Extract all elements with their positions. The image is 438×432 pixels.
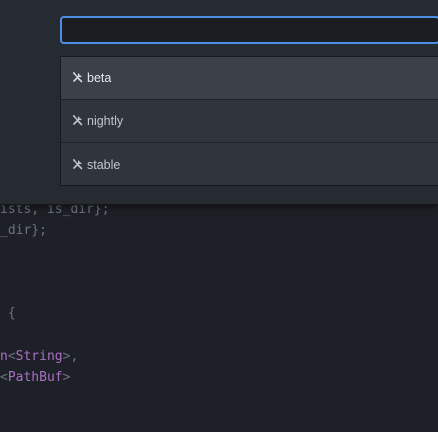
palette-item-nightly[interactable]: nightly	[61, 100, 438, 143]
code-line: <PathBuf>	[0, 369, 70, 387]
tools-icon	[72, 114, 84, 126]
code-token: <	[7, 349, 16, 364]
palette-search-input[interactable]	[60, 16, 438, 44]
code-token: PathBuf	[7, 370, 63, 385]
palette-item-label: stable	[87, 157, 121, 172]
tools-icon	[72, 158, 84, 170]
code-token: String	[15, 349, 63, 364]
palette-item-label: beta	[87, 71, 112, 85]
palette-item-stable[interactable]: stable	[61, 143, 438, 186]
tools-icon	[72, 71, 84, 83]
code-line: {	[0, 305, 16, 323]
app-window: ists, is_dir}; _dir}; { n<String>, <Path…	[0, 0, 438, 432]
code-line: _dir};	[0, 222, 47, 240]
code-token: <	[0, 370, 8, 385]
code-line: n<String>,	[0, 348, 78, 366]
palette-item-label: nightly	[87, 114, 124, 128]
command-palette: beta nightly stable	[0, 0, 438, 205]
code-token: >,	[62, 349, 79, 364]
code-token: >	[62, 370, 71, 385]
code-token: {	[0, 306, 16, 321]
code-token: _dir};	[0, 223, 47, 238]
code-token: n	[0, 349, 8, 364]
palette-results-list: beta nightly stable	[60, 56, 438, 186]
palette-item-beta[interactable]: beta	[61, 57, 438, 100]
